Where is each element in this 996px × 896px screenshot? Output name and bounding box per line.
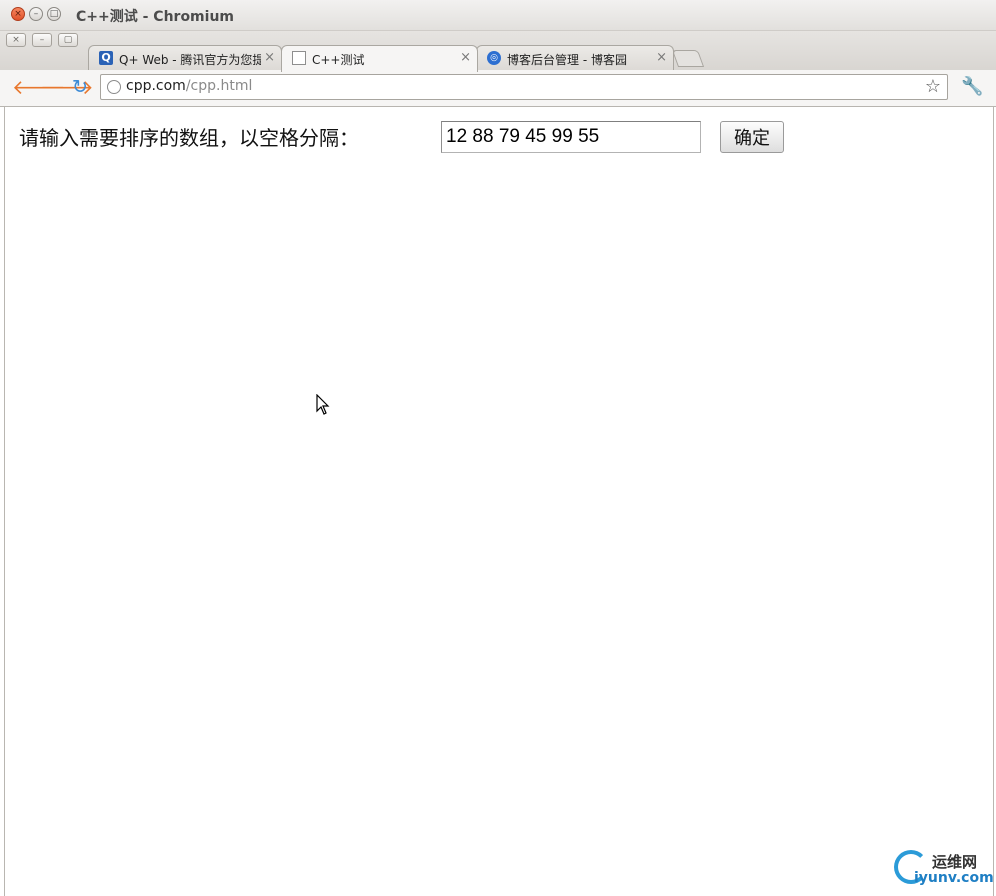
address-bar[interactable]: cpp.com/cpp.html ☆ [100,74,948,100]
tab-label: C++测试 [312,53,365,67]
window-maximize-button[interactable]: □ [47,7,61,21]
document-icon [292,51,306,65]
tab-qq-web[interactable]: Q Q+ Web - 腾讯官方为您提供 × [88,45,282,71]
watermark-cn-text: 运维网 [932,853,978,871]
chrome-minimize-icon[interactable]: – [32,33,52,47]
tab-label: 博客后台管理 - 博客园 [507,53,627,67]
url-host: cpp.com [126,78,186,94]
window-minimize-button[interactable]: – [29,7,43,21]
window-title: C++测试 - Chromium [76,9,234,25]
tab-cnblogs-admin[interactable]: ◎ 博客后台管理 - 博客园 × [476,45,674,71]
page-content: 请输入需要排序的数组，以空格分隔： 确定 [4,107,994,896]
url-path: /cpp.html [185,78,253,94]
cnblogs-icon: ◎ [487,51,501,65]
window-close-button[interactable]: × [11,7,25,21]
tab-strip: × – ▢ Q Q+ Web - 腾讯官方为您提供 × C++测试 × ◎ 博客… [0,31,996,72]
forward-arrow-icon[interactable]: 🡒 [40,76,94,98]
window-titlebar: × – □ C++测试 - Chromium [0,0,996,31]
tab-cpp-test[interactable]: C++测试 × [281,45,478,72]
chrome-close-icon[interactable]: × [6,33,26,47]
new-tab-button[interactable] [671,50,705,67]
reload-icon[interactable]: ↻ [69,76,91,98]
chrome-restore-icon[interactable]: ▢ [58,33,78,47]
watermark-en-text: iyunv.com [914,870,994,886]
qq-icon: Q [99,51,113,65]
sort-prompt-label: 请输入需要排序的数组，以空格分隔： [19,126,359,150]
tab-label: Q+ Web - 腾讯官方为您提供 [119,53,261,67]
tab-close-icon[interactable]: × [460,50,471,65]
site-watermark: 运维网 iyunv.com [892,848,996,896]
url-text[interactable]: cpp.com/cpp.html [126,78,252,94]
back-arrow-icon[interactable]: 🡐 [12,76,66,98]
wrench-menu-icon[interactable]: 🔧 [961,76,983,97]
browser-toolbar: 🡐 🡒 ↻ cpp.com/cpp.html ☆ 🔧 [0,70,996,107]
bookmark-star-icon[interactable]: ☆ [925,76,941,97]
submit-button[interactable]: 确定 [720,121,784,153]
mouse-pointer-icon [316,394,330,415]
tab-close-icon[interactable]: × [264,50,275,65]
array-input[interactable] [441,121,701,153]
tab-close-icon[interactable]: × [656,50,667,65]
globe-icon [107,80,121,94]
